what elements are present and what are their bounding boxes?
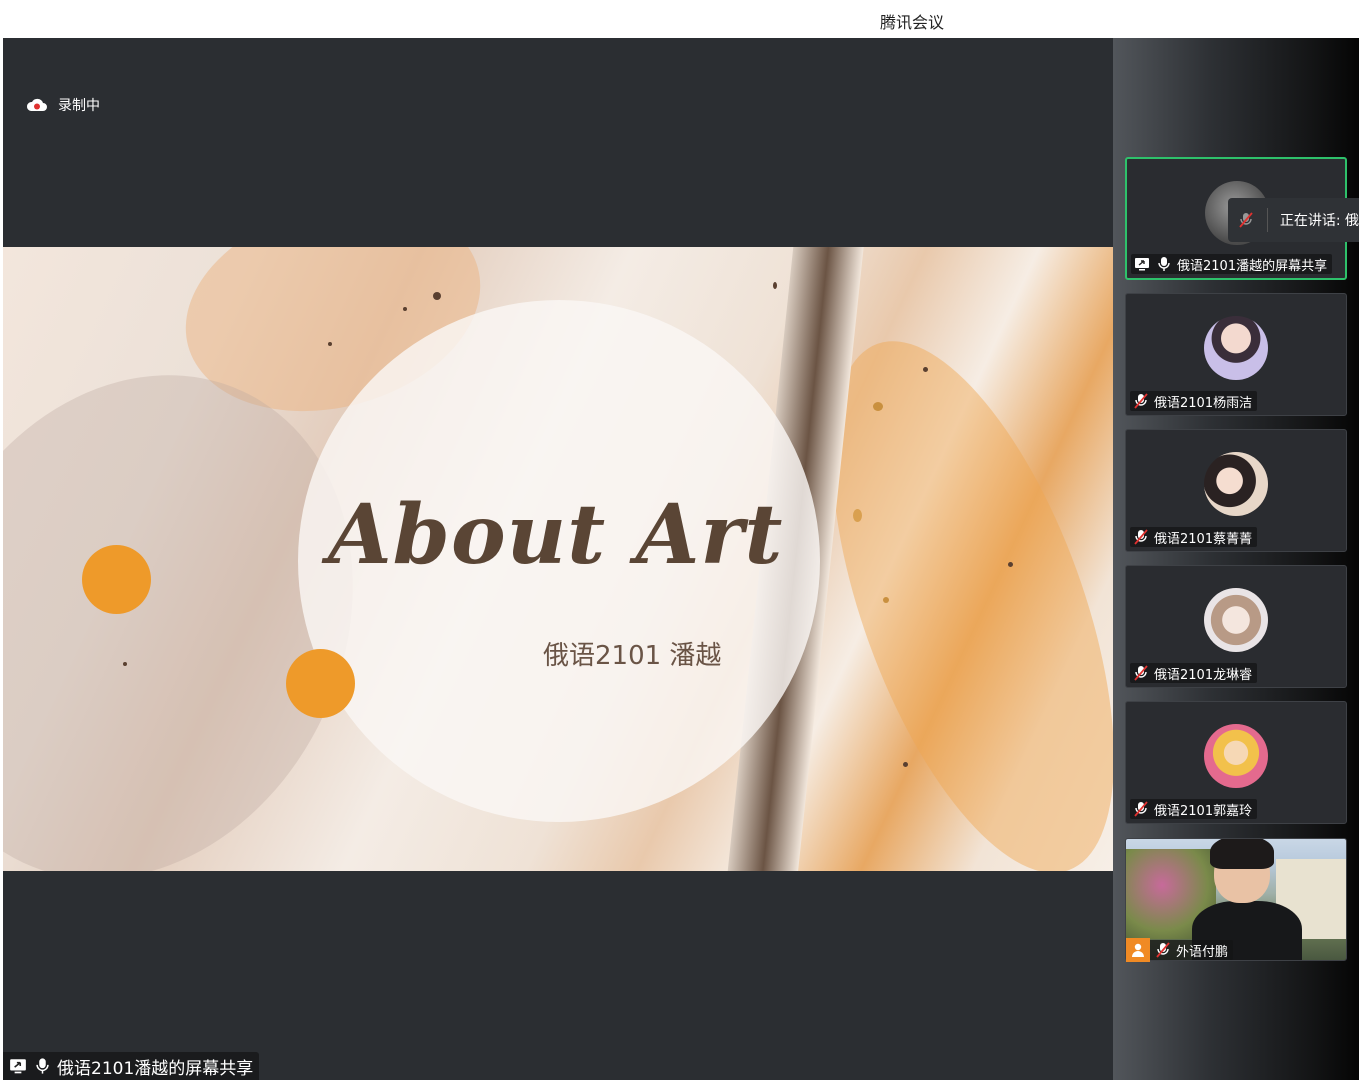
divider [1266,208,1268,232]
participant-label: 俄语2101杨雨洁 [1130,391,1258,411]
participant-tile-video[interactable]: 外语付鹏 [1125,838,1347,962]
slide-orange-dot [286,649,355,718]
speaking-indicator: 正在讲话: 俄 [1228,198,1359,242]
mic-muted-icon [1132,528,1150,546]
participant-label: 俄语2101郭嘉玲 [1130,799,1258,819]
speaking-text: 正在讲话: 俄 [1279,213,1359,229]
slide-decoration [1008,562,1013,567]
slide-decoration [923,367,928,372]
screen-share-icon [1133,255,1151,273]
presentation-slide: About Art 俄语2101 潘越 [3,247,1113,871]
host-person-icon [1126,938,1150,962]
participant-name: 俄语2101蔡菁菁 [1154,531,1253,547]
participant-label: 外语付鹏 [1126,938,1234,962]
participant-tile[interactable]: 俄语2101龙琳睿 [1125,565,1347,688]
slide-subtitle: 俄语2101 潘越 [543,641,722,671]
screen-share-name: 俄语2101潘越的屏幕共享 [57,1058,254,1079]
participant-label: 俄语2101龙琳睿 [1130,663,1258,683]
mic-icon [33,1057,51,1075]
slide-decoration [773,282,777,289]
mic-muted-icon [1238,211,1255,229]
avatar [1204,588,1268,652]
slide-orange-dot [82,545,151,614]
screen-share-icon [9,1057,27,1075]
avatar [1204,724,1268,788]
slide-decoration [873,402,883,411]
recording-indicator[interactable]: 录制中 [26,95,100,115]
slide-decoration [433,292,441,300]
participant-name: 俄语2101郭嘉玲 [1154,803,1253,819]
avatar [1204,316,1268,380]
slide-decoration [903,762,908,767]
cloud-record-icon [26,98,48,112]
participant-label: 俄语2101潘越的屏幕共享 [1131,254,1333,274]
slide-decoration [123,662,127,666]
participant-label: 俄语2101蔡菁菁 [1130,527,1258,547]
avatar [1204,452,1268,516]
participant-tile[interactable]: 俄语2101杨雨洁 [1125,293,1347,416]
slide-decoration [853,509,862,522]
title-bar: 腾讯会议 [0,0,1359,38]
mic-muted-icon [1132,392,1150,410]
mic-muted-icon [1154,941,1172,959]
mic-muted-icon [1132,664,1150,682]
recording-label: 录制中 [58,98,100,114]
slide-decoration [883,597,889,603]
participant-name: 俄语2101杨雨洁 [1154,395,1253,411]
slide-decoration [328,342,332,346]
screen-share-label: 俄语2101潘越的屏幕共享 [3,1052,260,1080]
participant-name: 俄语2101龙琳睿 [1154,667,1253,683]
slide-decoration [403,307,407,311]
slide-heading: About Art [328,487,784,583]
participant-name: 俄语2101潘越的屏幕共享 [1177,258,1328,274]
mic-icon [1155,255,1173,273]
participant-tile[interactable]: 俄语2101蔡菁菁 [1125,429,1347,552]
mic-muted-icon [1132,800,1150,818]
window-title: 腾讯会议 [880,13,945,32]
participant-tile[interactable]: 俄语2101郭嘉玲 [1125,701,1347,824]
participant-name: 外语付鹏 [1176,944,1229,960]
